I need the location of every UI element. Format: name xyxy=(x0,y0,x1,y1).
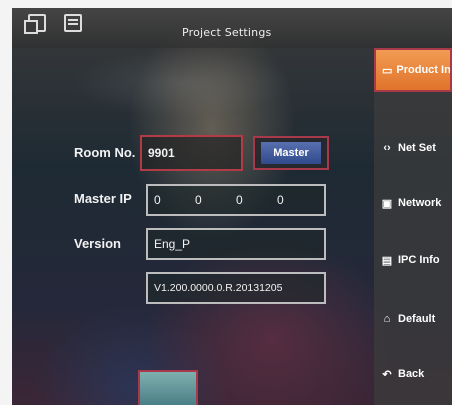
windows-icon[interactable] xyxy=(24,14,46,34)
sidebar-item-network[interactable]: ▣ Network xyxy=(374,181,452,225)
ip-octet-3: 0 xyxy=(236,193,243,207)
back-icon: ↶ xyxy=(382,368,392,381)
version-field: Eng_P xyxy=(146,228,326,260)
master-button[interactable]: Master xyxy=(253,136,329,170)
ip-octet-1: 0 xyxy=(154,193,161,207)
room-no-label: Room No. xyxy=(74,145,136,160)
firmware-version-field: V1.200.0000.0.R.20131205 xyxy=(146,272,326,304)
save-button[interactable] xyxy=(138,370,198,405)
sidebar-item-label: IPC Info xyxy=(398,254,440,266)
sidebar-item-label: Default xyxy=(398,313,436,325)
sidebar-item-label: Network xyxy=(398,197,442,209)
ip-octet-2: 0 xyxy=(195,193,202,207)
master-ip-input[interactable]: 0 0 0 0 xyxy=(146,184,326,216)
sidebar-item-ipc-info[interactable]: ▤ IPC Info xyxy=(374,238,452,282)
settings-card-icon[interactable] xyxy=(64,14,82,32)
sidebar-item-default[interactable]: ⌂ Default xyxy=(374,297,452,341)
version-label: Version xyxy=(74,236,121,251)
screen-glare xyxy=(72,48,292,118)
sidebar-item-label: Net Set xyxy=(398,142,436,154)
master-button-label: Master xyxy=(261,142,321,164)
room-no-input[interactable]: 9901 xyxy=(140,135,243,171)
device-screen: Project Settings Room No. 9901 Master Ma… xyxy=(12,8,452,405)
settings-sidebar: ▭ Product Info ‹› Net Set ▣ Network ▤ IP… xyxy=(374,48,452,405)
default-icon: ⌂ xyxy=(383,313,391,325)
product-info-icon: ▭ xyxy=(382,64,393,77)
page-title: Project Settings xyxy=(182,26,272,39)
ipc-info-icon: ▤ xyxy=(381,254,393,267)
title-bar: Project Settings xyxy=(12,8,452,48)
ip-octet-4: 0 xyxy=(277,193,284,207)
sidebar-item-product-info[interactable]: ▭ Product Info xyxy=(374,48,452,92)
net-set-icon: ‹› xyxy=(383,142,391,154)
sidebar-item-net-set[interactable]: ‹› Net Set xyxy=(374,126,452,170)
sidebar-item-back[interactable]: ↶ Back xyxy=(374,352,452,396)
master-ip-label: Master IP xyxy=(74,191,132,206)
network-icon: ▣ xyxy=(381,197,393,210)
sidebar-item-label: Back xyxy=(398,368,425,380)
sidebar-item-label: Product Info xyxy=(396,64,451,76)
